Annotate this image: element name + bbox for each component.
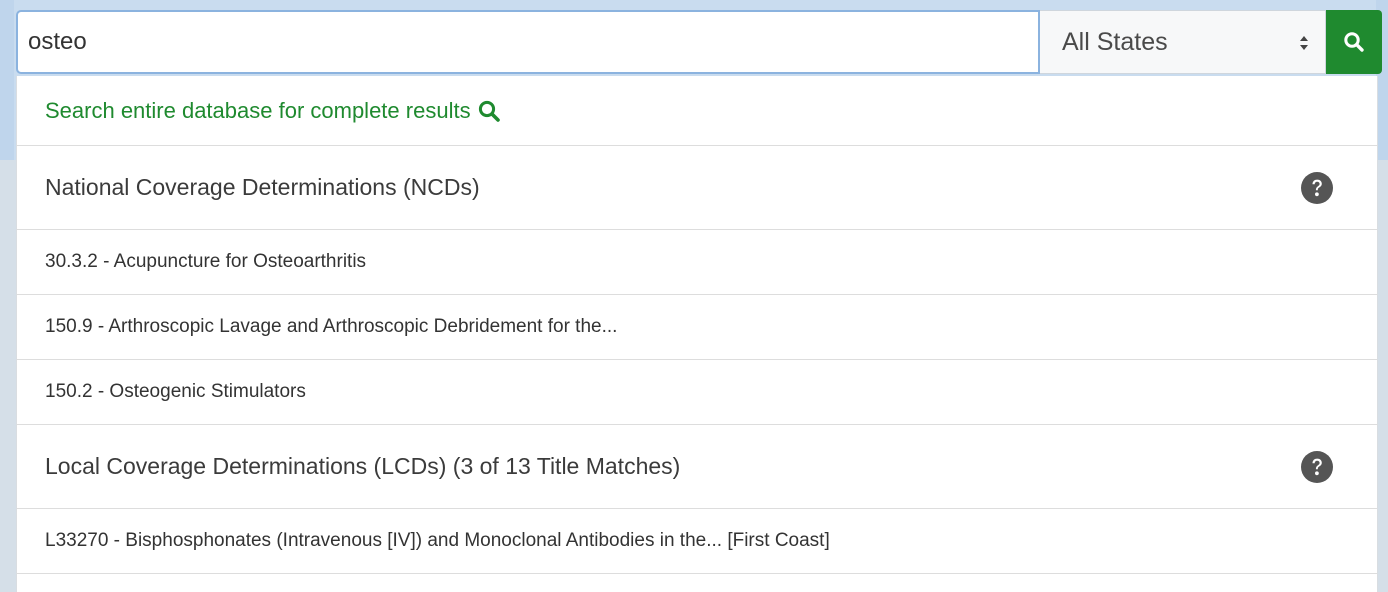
search-bar: All States [16,10,1382,76]
search-button[interactable] [1326,10,1382,74]
suggestion-item[interactable]: 150.2 - Osteogenic Stimulators [17,360,1377,425]
suggestion-item[interactable]: 30.3.2 - Acupuncture for Osteoarthritis [17,230,1377,295]
question-circle-icon[interactable] [1301,172,1333,204]
search-entire-database-container: Search entire database for complete resu… [45,98,501,124]
select-arrows-icon [1300,36,1308,50]
section-header-ncds: National Coverage Determinations (NCDs) [17,146,1377,230]
suggestion-label: 150.2 - Osteogenic Stimulators [45,381,306,402]
suggestion-label: 30.3.2 - Acupuncture for Osteoarthritis [45,251,367,272]
section-title-lcds: Local Coverage Determinations (LCDs) (3 … [45,453,681,479]
search-entire-database-label: Search entire database for complete resu… [45,98,471,123]
state-select-value: All States [1062,27,1168,56]
search-icon [1344,32,1364,52]
state-select[interactable]: All States [1040,10,1326,74]
search-input[interactable] [16,10,1040,74]
suggestion-label: 150.9 - Arthroscopic Lavage and Arthrosc… [45,316,618,337]
suggestion-label: L33270 - Bisphosphonates (Intravenous [I… [45,530,830,551]
search-suggestions-dropdown: Search entire database for complete resu… [16,76,1378,592]
suggestion-item[interactable]: 150.9 - Arthroscopic Lavage and Arthrosc… [17,295,1377,360]
suggestion-item[interactable]: L33270 - Bisphosphonates (Intravenous [I… [17,509,1377,574]
section-header-lcds: Local Coverage Determinations (LCDs) (3 … [17,425,1377,509]
question-circle-icon[interactable] [1301,451,1333,483]
search-icon [478,100,500,122]
search-entire-database-link[interactable]: Search entire database for complete resu… [17,76,1377,146]
section-title-ncds: National Coverage Determinations (NCDs) [45,174,480,200]
